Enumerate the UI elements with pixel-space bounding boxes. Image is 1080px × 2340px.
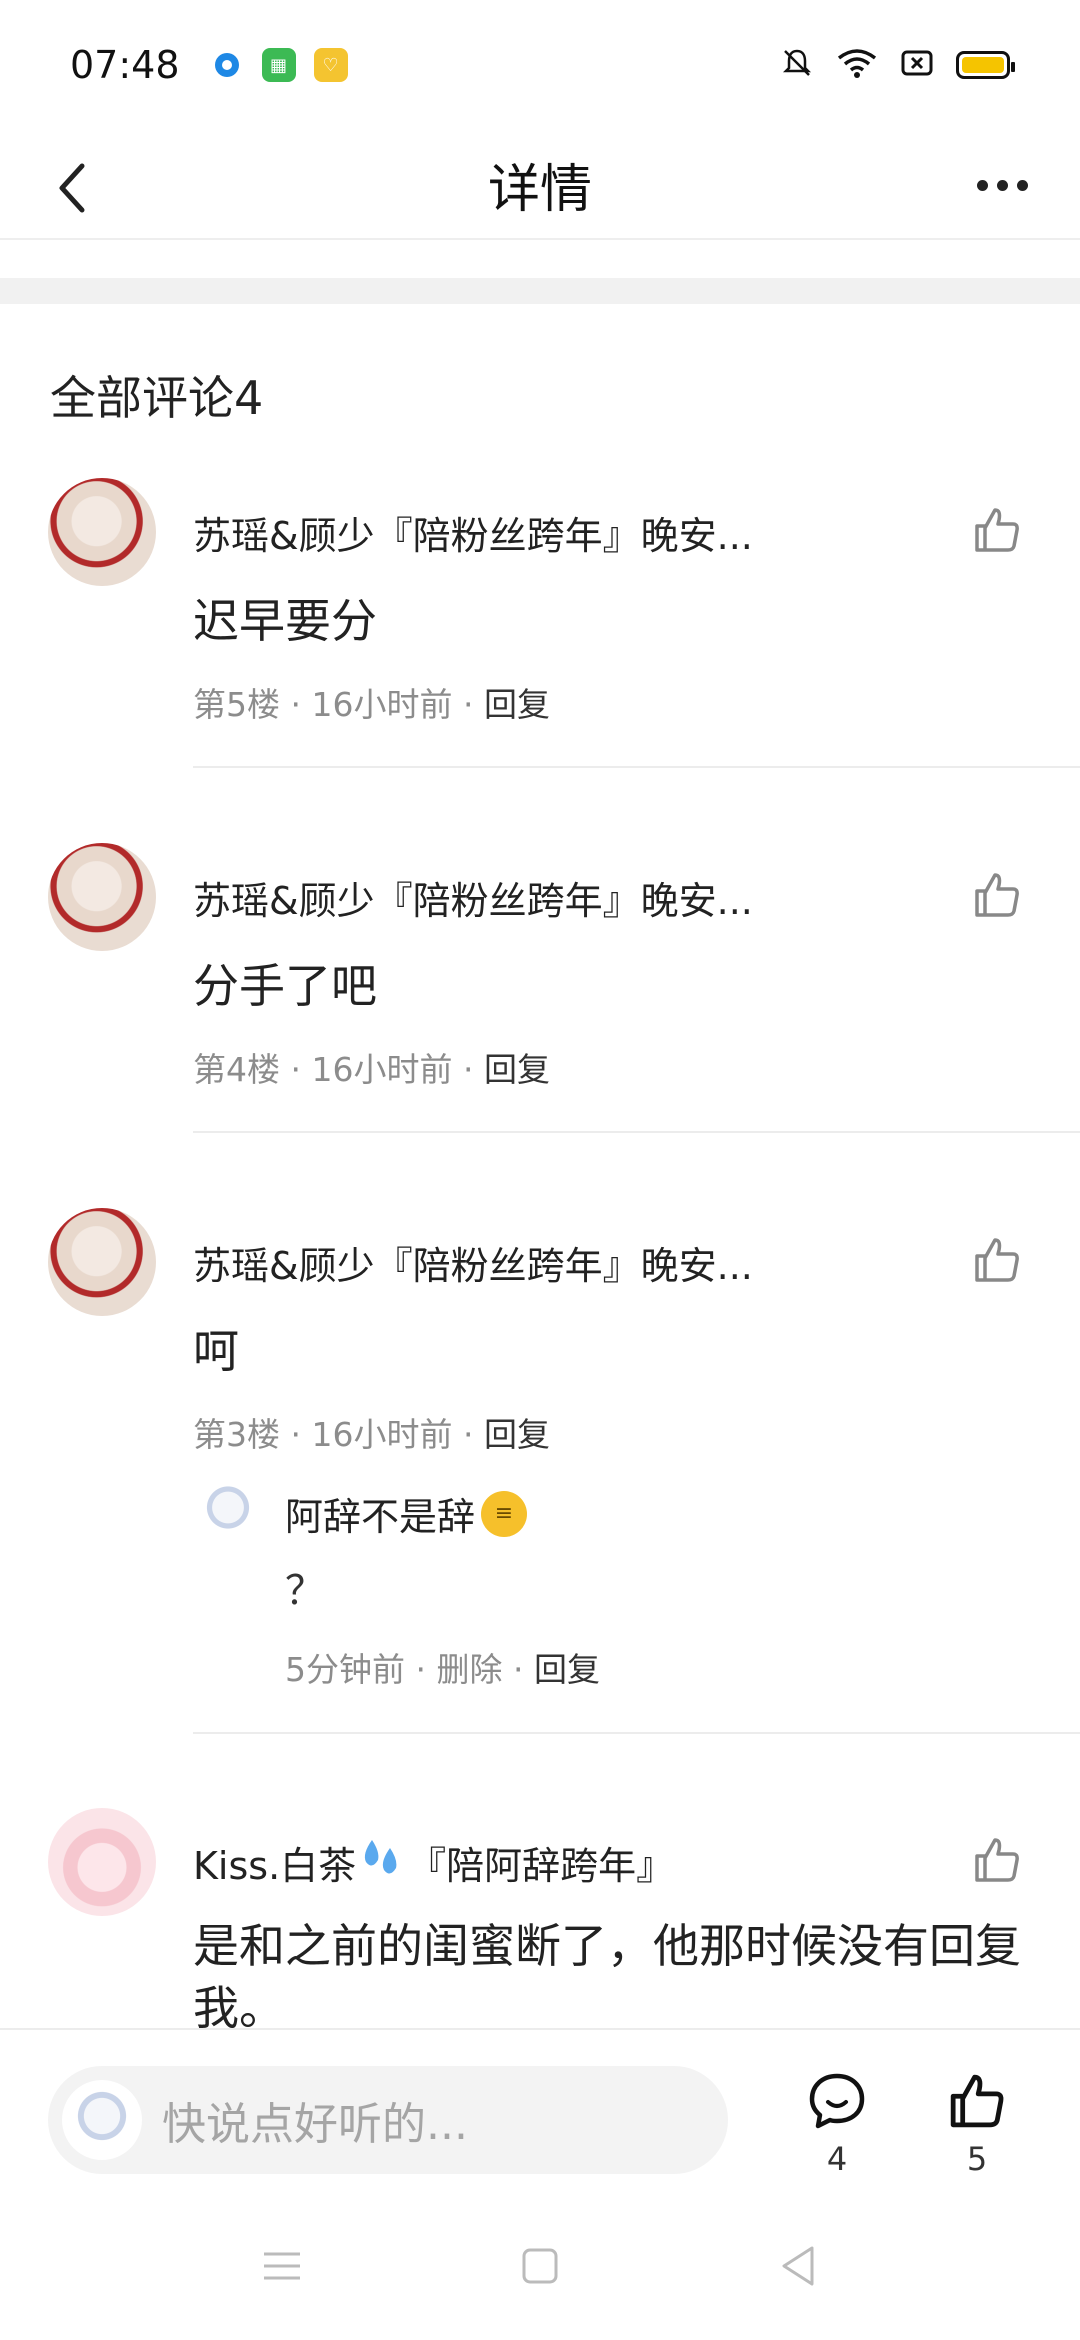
wifi-icon [836,46,878,84]
home-button[interactable] [510,2236,570,2296]
back-nav-button[interactable] [768,2236,828,2296]
comment-separator [193,1131,1080,1133]
avatar[interactable] [48,1808,156,1916]
comment-meta: 第4楼 · 16小时前 · 回复 [193,1050,550,1089]
mute-bell-icon [780,46,814,84]
chevron-left-icon [59,163,85,213]
battery-icon [956,51,1015,79]
comment-username[interactable]: 苏瑶&顾少『陪粉丝跨年』晚安... [193,1235,753,1290]
like-button[interactable] [962,495,1032,565]
comment-username[interactable]: 苏瑶&顾少『陪粉丝跨年』晚安... [193,870,753,925]
rewards-icon: ♡ [313,48,348,82]
avatar[interactable] [48,843,156,951]
delete-button[interactable]: 删除 [437,1650,503,1689]
status-bar: 07:48 ▦ ♡ [0,0,1080,130]
sim-icon [900,48,934,82]
sub-reply-content: ？ [285,1568,325,1614]
like-post-button[interactable]: 5 [932,2070,1022,2178]
status-time: 07:48 [70,43,180,87]
like-count: 5 [966,2140,988,2178]
back-button[interactable] [42,158,102,218]
comment-count: 4 [826,2140,848,2178]
reply-button[interactable]: 回复 [484,1415,550,1454]
section-divider [0,278,1080,304]
triangle-back-icon [782,2246,814,2286]
comment-separator [193,766,1080,768]
comment-input-placeholder: 快说点好听的... [162,2099,468,2150]
comment-input[interactable]: 快说点好听的... [48,2066,728,2174]
reply-button[interactable]: 回复 [534,1650,600,1689]
comment-content: 分手了吧 [193,959,377,1013]
comment-separator [193,1732,1080,1734]
comment-content: 迟早要分 [193,594,377,648]
sub-reply-username[interactable]: 阿辞不是辞 ≡ [285,1486,528,1541]
comment-floor: 第3楼 [193,1415,280,1454]
thumbs-up-icon [975,1838,1019,1882]
comment-time: 16小时前 [311,685,453,724]
thumbs-up-icon [975,508,1019,552]
thumbs-up-icon [975,1238,1019,1282]
comments-section-title: 全部评论4 [50,371,264,425]
comment-bubble-icon [809,2073,865,2129]
square-home-icon [522,2248,558,2284]
comment-meta: 第3楼 · 16小时前 · 回复 [193,1415,550,1454]
more-dots-icon [976,179,988,191]
top-nav-bar: 详情 [0,130,1080,240]
sub-reply-avatar[interactable] [193,1476,263,1546]
comment-content: 呵 [193,1324,239,1378]
comment-meta: 第5楼 · 16小时前 · 回复 [193,685,550,724]
browser-icon [209,48,244,82]
sweat-droplets-icon [358,1836,406,1889]
like-button[interactable] [962,860,1032,930]
thumbs-up-icon [975,873,1019,917]
sub-reply-time: 5分钟前 [285,1650,405,1689]
like-button[interactable] [962,1825,1032,1895]
reply-button[interactable]: 回复 [484,685,550,724]
more-button[interactable] [962,160,1042,210]
reply-button[interactable]: 回复 [484,1050,550,1089]
my-avatar [62,2080,142,2160]
menu-button[interactable] [252,2236,312,2296]
comment-content: 是和之前的闺蜜断了，他那时候没有回复我。 [193,1919,1021,2035]
avatar[interactable] [48,1208,156,1316]
comment-floor: 第4楼 [193,1050,280,1089]
thumbs-up-icon [950,2074,1004,2128]
comment-username[interactable]: Kiss.白茶 『陪阿辞跨年』 [193,1835,674,1890]
zipper-mouth-face-icon: ≡ [481,1490,528,1537]
app-store-icon: ▦ [261,48,296,82]
comment-time: 16小时前 [311,1050,453,1089]
avatar[interactable] [48,478,156,586]
sub-reply-meta: 5分钟前 · 删除 · 回复 [285,1650,600,1689]
comment-username[interactable]: 苏瑶&顾少『陪粉丝跨年』晚安... [193,505,753,560]
comment-time: 16小时前 [311,1415,453,1454]
page-title: 详情 [487,159,592,220]
comment-floor: 第5楼 [193,685,280,724]
menu-lines-icon [264,2252,300,2280]
like-button[interactable] [962,1225,1032,1295]
comments-button[interactable]: 4 [792,2070,882,2178]
bottom-comment-bar: 快说点好听的... 4 5 [0,2028,1080,2198]
system-navigation-bar [0,2198,1080,2340]
